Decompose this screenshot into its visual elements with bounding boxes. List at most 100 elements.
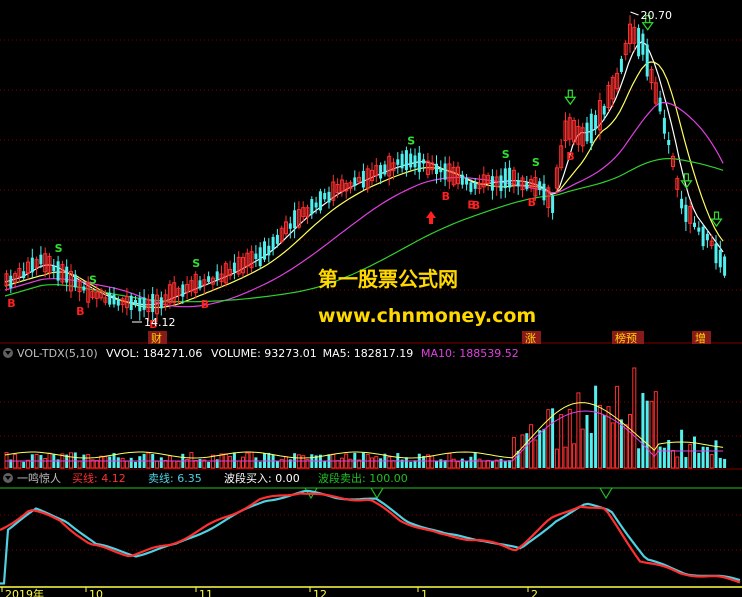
volume-bar	[210, 454, 215, 469]
band-sell-marker	[370, 487, 384, 500]
sell-signal: S	[55, 242, 63, 255]
volume-bar	[146, 452, 151, 469]
candle-body	[701, 226, 705, 247]
volume-bar	[124, 460, 129, 469]
candle-body	[254, 253, 258, 259]
candle-body	[551, 196, 555, 213]
volume-indicator-value: MA10: 188539.52	[421, 347, 519, 360]
buy-signal: B	[472, 199, 480, 212]
candle-body	[181, 284, 185, 297]
candle-body	[159, 297, 163, 309]
candle-body	[138, 297, 142, 312]
volume-indicator-value: VVOL: 184271.06	[106, 347, 202, 360]
x-axis-label: 11	[199, 588, 213, 597]
candle-body	[361, 170, 365, 188]
volume-bar	[490, 460, 494, 468]
candle-body	[641, 33, 645, 55]
candle-body	[310, 199, 314, 215]
low-price-label: 14.12	[144, 316, 176, 329]
volume-bar	[709, 454, 714, 469]
candle-body	[417, 152, 421, 172]
candle-body	[684, 204, 688, 222]
x-axis-label: 2	[531, 588, 538, 597]
oscillator-indicator-value: 买线: 4.12	[72, 471, 126, 485]
volume-bar	[409, 461, 413, 468]
candle-body	[645, 44, 649, 77]
candle-body	[460, 174, 464, 185]
candle-body	[585, 122, 589, 142]
sell-signal: S	[89, 274, 97, 287]
candle-body	[215, 271, 219, 280]
candle-body	[267, 245, 271, 256]
volume-bar	[353, 452, 357, 468]
volume-bar	[623, 424, 628, 469]
candle-body	[473, 182, 477, 189]
volume-bar	[473, 452, 477, 468]
volume-bar	[374, 456, 379, 469]
watermark-url: www.chnmoney.com	[318, 305, 536, 327]
candle-body	[697, 227, 701, 232]
candle-body	[379, 165, 383, 179]
sell-signal: S	[407, 134, 415, 147]
volume-bar	[176, 460, 181, 469]
candle-body	[314, 202, 318, 208]
volume-bar	[228, 455, 233, 469]
volume-bar	[469, 456, 473, 468]
candle-body	[271, 236, 275, 250]
volume-bar	[116, 457, 120, 468]
volume-bar	[585, 414, 589, 468]
volume-bar	[43, 457, 48, 469]
volume-bar	[422, 456, 426, 468]
buy-signal: B	[528, 196, 536, 209]
volume-bar	[589, 433, 593, 468]
volume-bar	[22, 461, 26, 468]
volume-bar	[602, 414, 606, 468]
candle-body	[151, 293, 155, 313]
candle-body	[435, 163, 438, 174]
volume-bar	[39, 455, 43, 468]
volume-bar	[129, 457, 133, 468]
candle-body	[538, 181, 542, 191]
candle-body	[439, 168, 443, 173]
volume-bar	[163, 459, 168, 469]
volume-bar	[456, 461, 460, 469]
band-sell-marker	[599, 487, 613, 500]
volume-bar	[435, 461, 438, 468]
volume-bar	[533, 439, 538, 469]
volume-bar	[379, 458, 383, 468]
candle-body	[589, 113, 593, 144]
stock-chart: BBBBBBB BBSSSSSS20.7014.12第一股票公式网www.chnm…	[0, 9, 742, 597]
volume-bar	[254, 457, 258, 468]
volume-bar	[688, 443, 693, 469]
candle-body	[108, 292, 112, 305]
chart-window: B B B B B B B B B S S S S S S 20.70 14.12 第一股票公式网 www.chnm…	[0, 0, 742, 597]
volume-bar	[103, 456, 108, 469]
volume-bar	[460, 458, 464, 468]
candle-body	[134, 299, 137, 306]
candle-body	[637, 27, 641, 57]
candle-body	[198, 280, 202, 289]
volume-bar	[189, 452, 194, 469]
candle-body	[39, 254, 43, 265]
candle-body	[667, 139, 671, 146]
volume-bar	[619, 419, 623, 468]
volume-bar	[258, 461, 262, 468]
volume-bar	[193, 459, 198, 469]
oscillator-indicator-value: 波段买入: 0.00	[224, 471, 300, 485]
candle-body	[490, 176, 494, 191]
volume-bar	[684, 457, 688, 468]
volume-bar	[567, 408, 572, 469]
event-tag-label: 榜预	[615, 331, 637, 345]
volume-bar	[572, 443, 577, 469]
volume-bar	[723, 458, 727, 468]
volume-bar	[172, 460, 177, 469]
volume-bar	[249, 451, 254, 469]
volume-bar	[198, 459, 202, 468]
volume-bar	[241, 456, 245, 469]
candle-body	[602, 105, 606, 115]
candle-body	[525, 182, 529, 190]
candle-body	[263, 241, 266, 260]
volume-bar	[155, 460, 159, 469]
volume-bar	[159, 457, 163, 468]
candle-body	[404, 150, 408, 171]
